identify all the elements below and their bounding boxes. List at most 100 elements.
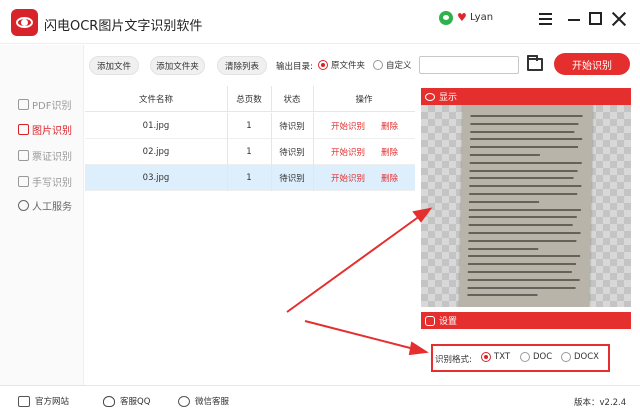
header-action: 操作 xyxy=(355,95,373,105)
format-label: 识别格式: xyxy=(435,355,472,365)
wechat-support-link[interactable]: 微信客服 xyxy=(178,395,229,407)
header-pages: 总页数 xyxy=(236,95,262,105)
sidebar-item-image[interactable]: 图片识别 xyxy=(18,122,72,137)
row-start-link[interactable]: 开始识别 xyxy=(331,139,365,165)
page-count: 1 xyxy=(246,147,252,157)
document-photo xyxy=(459,105,593,307)
version-text: 版本：v2.2.4 xyxy=(574,398,627,408)
image-preview xyxy=(421,105,631,307)
document-text-line xyxy=(468,224,573,227)
radio-source-folder[interactable]: 原文件夹 xyxy=(318,59,365,71)
file-status: 待识别 xyxy=(279,148,305,158)
page-count: 1 xyxy=(246,121,252,131)
document-text-line xyxy=(468,232,581,234)
document-text-line xyxy=(469,177,574,180)
table-row[interactable]: 02.jpg 1 待识别 开始识别 删除 xyxy=(85,139,415,165)
footer-label: 官方网站 xyxy=(35,397,70,407)
app-title: 闪电OCR图片文字识别软件 xyxy=(44,19,203,34)
document-text-line xyxy=(467,271,572,273)
file-name: 01.jpg xyxy=(142,121,170,131)
clear-list-button[interactable]: 清除列表 xyxy=(217,56,267,75)
sidebar-item-service[interactable]: 人工服务 xyxy=(18,198,72,213)
add-folder-button[interactable]: 添加文件夹 xyxy=(150,56,205,75)
document-text-line xyxy=(470,138,583,141)
eye-icon xyxy=(425,92,435,101)
folder-open-icon[interactable] xyxy=(527,55,543,71)
file-status: 待识别 xyxy=(279,174,305,184)
preview-title: 显示 xyxy=(439,93,458,103)
document-text-line xyxy=(469,200,540,203)
document-text-line xyxy=(467,278,580,281)
sidebar-item-label: 票证识别 xyxy=(32,151,72,163)
settings-title: 设置 xyxy=(439,317,458,327)
row-delete-link[interactable]: 删除 xyxy=(381,113,398,139)
radio-custom-folder[interactable]: 自定义 xyxy=(373,59,412,71)
output-path-input[interactable] xyxy=(419,56,519,74)
ticket-icon xyxy=(18,149,29,161)
output-dir-label: 输出目录: xyxy=(276,62,313,72)
page-count: 1 xyxy=(246,173,252,183)
radio-label: DOC xyxy=(533,352,553,362)
row-delete-link[interactable]: 删除 xyxy=(381,139,398,165)
table-row[interactable]: 01.jpg 1 待识别 开始识别 删除 xyxy=(85,113,415,139)
footer-label: 客服QQ xyxy=(120,397,151,407)
heart-icon: ♥ xyxy=(457,11,467,24)
arrow-to-format xyxy=(304,320,419,351)
format-radio-docx[interactable]: DOCX xyxy=(561,352,599,362)
maximize-icon[interactable] xyxy=(589,12,602,25)
official-site-link[interactable]: 官方网站 xyxy=(18,395,69,407)
document-text-line xyxy=(468,255,581,258)
row-start-link[interactable]: 开始识别 xyxy=(331,165,365,191)
title-bar: 闪电OCR图片文字识别软件 ♥ Lyan xyxy=(0,0,640,44)
sidebar-item-handwriting[interactable]: 手写识别 xyxy=(18,174,72,189)
radio-label: TXT xyxy=(494,352,511,362)
sidebar-item-pdf[interactable]: PDF识别 xyxy=(18,97,72,112)
document-text-line xyxy=(467,263,577,266)
document-text-line xyxy=(469,161,582,164)
document-text-line xyxy=(469,169,578,172)
pdf-icon xyxy=(18,98,29,110)
app-logo-icon xyxy=(11,9,38,36)
user-name[interactable]: Lyan xyxy=(470,12,493,23)
sidebar-item-label: PDF识别 xyxy=(32,100,72,112)
radio-label: DOCX xyxy=(574,352,599,362)
document-text-line xyxy=(467,294,538,297)
radio-label: 自定义 xyxy=(386,61,412,71)
menu-icon[interactable] xyxy=(538,11,554,27)
table-row-selected[interactable]: 03.jpg 1 待识别 开始识别 删除 xyxy=(85,165,415,191)
row-delete-link[interactable]: 删除 xyxy=(381,165,398,191)
document-text-line xyxy=(470,122,579,125)
format-radio-txt[interactable]: TXT xyxy=(481,352,510,362)
sidebar-item-label: 手写识别 xyxy=(32,177,72,189)
document-text-line xyxy=(469,193,578,195)
footer: 官方网站 客服QQ 微信客服 版本：v2.2.4 xyxy=(0,385,640,418)
file-status: 待识别 xyxy=(279,122,305,132)
row-start-link[interactable]: 开始识别 xyxy=(331,113,365,139)
document-text-line xyxy=(470,146,579,149)
image-icon xyxy=(18,123,29,135)
wechat-icon xyxy=(178,395,190,407)
document-text-line xyxy=(468,208,581,211)
document-text-line xyxy=(470,115,583,117)
document-text-line xyxy=(469,185,582,188)
format-radio-doc[interactable]: DOC xyxy=(520,352,552,362)
sidebar-item-ticket[interactable]: 票证识别 xyxy=(18,148,72,163)
minimize-icon[interactable] xyxy=(566,11,582,27)
header-file-name: 文件名称 xyxy=(138,95,173,105)
document-text-line xyxy=(467,286,576,289)
sidebar-item-label: 人工服务 xyxy=(32,201,72,213)
footer-label: 微信客服 xyxy=(195,397,230,407)
document-text-line xyxy=(468,216,577,219)
document-text-line xyxy=(468,247,539,250)
arrow-to-preview xyxy=(286,212,425,313)
sidebar-item-label: 图片识别 xyxy=(32,125,72,137)
radio-label: 原文件夹 xyxy=(331,61,366,71)
start-recognition-button[interactable]: 开始识别 xyxy=(554,53,630,75)
header-status: 状态 xyxy=(283,95,301,105)
monitor-icon xyxy=(18,395,30,407)
qq-support-link[interactable]: 客服QQ xyxy=(103,395,150,407)
close-icon[interactable] xyxy=(611,11,627,27)
wechat-icon[interactable] xyxy=(439,11,453,25)
table-header: 文件名称 总页数 状态 操作 xyxy=(85,86,415,112)
add-file-button[interactable]: 添加文件 xyxy=(89,56,139,75)
